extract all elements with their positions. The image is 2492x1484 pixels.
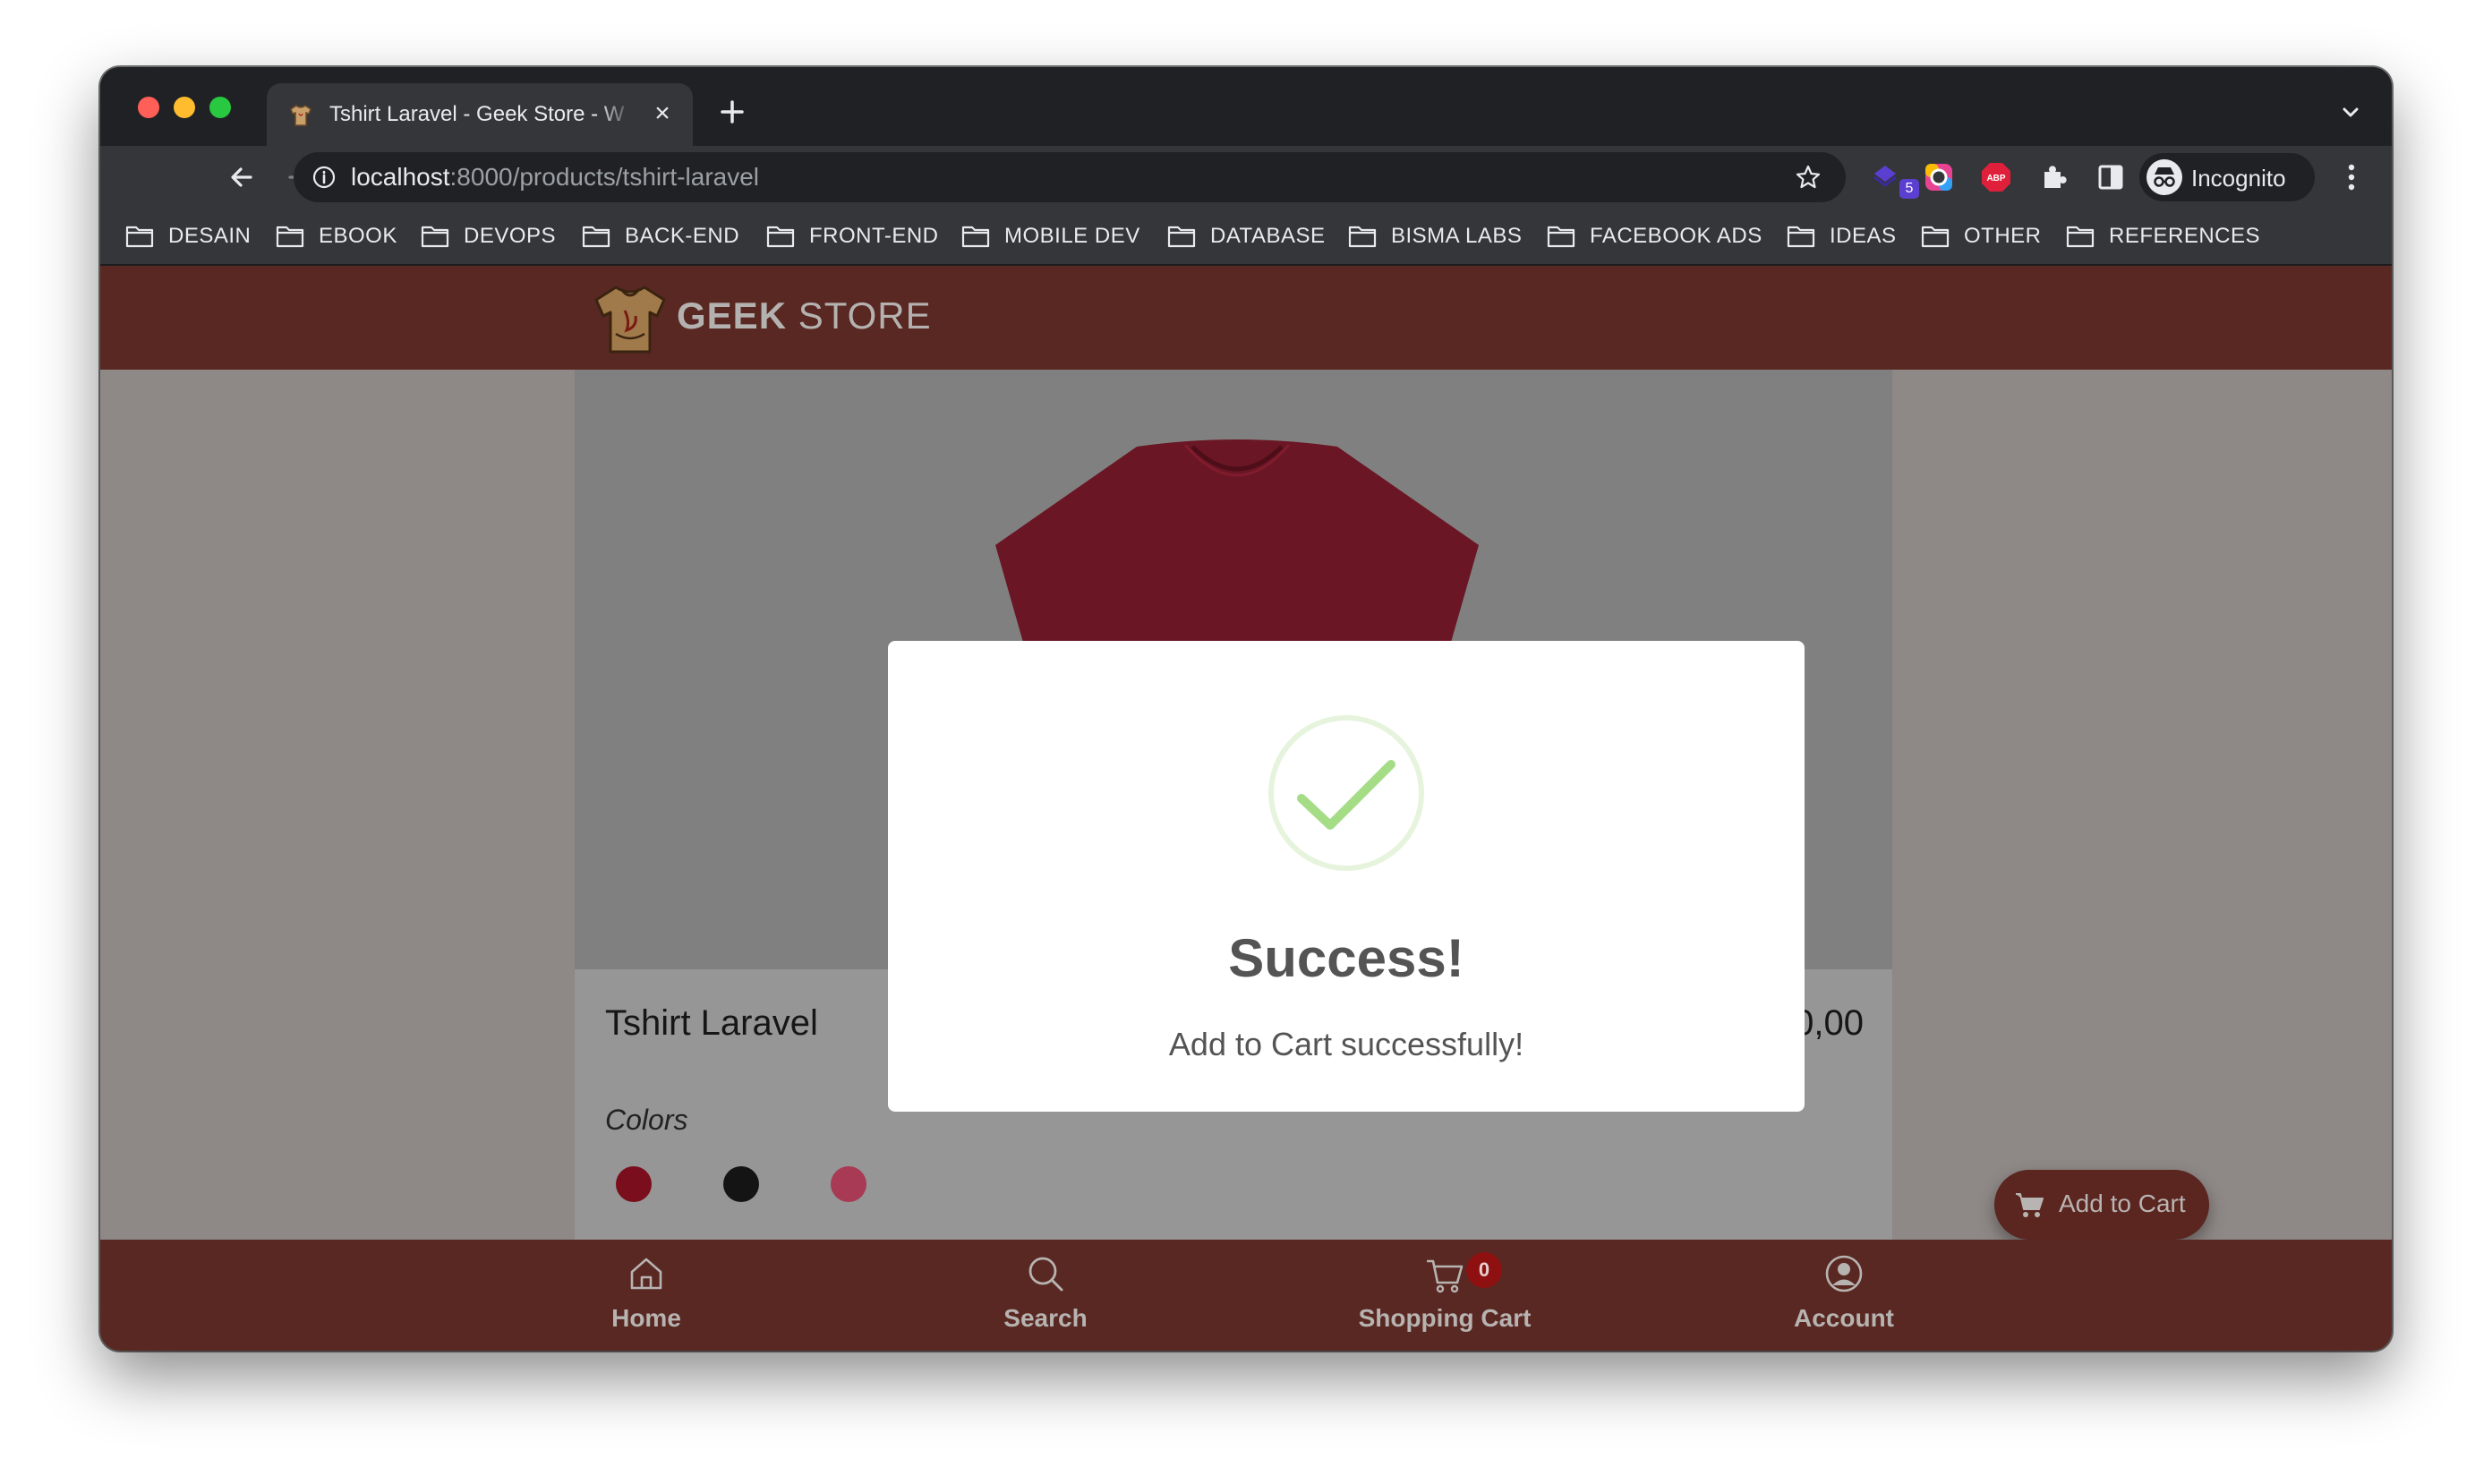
- incognito-icon: [2146, 159, 2182, 195]
- incognito-label: Incognito: [2191, 165, 2286, 192]
- tab-strip: Tshirt Laravel - Geek Store - W ×: [100, 67, 2392, 146]
- url-text: localhost:8000/products/tshirt-laravel: [351, 163, 760, 191]
- nav-home[interactable]: Home: [539, 1254, 754, 1343]
- add-to-cart-label: Add to Cart: [2059, 1190, 2186, 1217]
- bookmarks-bar: DESAIN EBOOK DEVOPS BACK-END FRONT-END M…: [100, 209, 2392, 266]
- extensions-puzzle-icon[interactable]: [2037, 161, 2070, 193]
- adblock-plus-icon[interactable]: ABP: [1980, 161, 2012, 193]
- nav-account[interactable]: Account: [1737, 1254, 1951, 1343]
- back-arrow-icon[interactable]: [224, 159, 260, 195]
- maximize-window-button[interactable]: [209, 97, 231, 118]
- color-picker-extension-icon[interactable]: [1923, 161, 1955, 193]
- browser-toolbar: localhost:8000/products/tshirt-laravel 5…: [100, 146, 2392, 209]
- site-header: GEEK STORE: [100, 266, 2392, 370]
- browser-tab[interactable]: Tshirt Laravel - Geek Store - W ×: [267, 83, 693, 146]
- close-tab-icon[interactable]: ×: [646, 98, 678, 130]
- colors-label: Colors: [605, 1104, 688, 1136]
- folder-icon: [582, 226, 610, 248]
- folder-icon: [1167, 226, 1196, 248]
- tshirt-favicon-icon: [290, 105, 312, 126]
- address-bar[interactable]: localhost:8000/products/tshirt-laravel: [294, 152, 1846, 202]
- tab-search-chevron-icon[interactable]: [2338, 99, 2363, 124]
- folder-icon: [276, 226, 304, 248]
- color-swatch-maroon[interactable]: [616, 1166, 652, 1202]
- modal-message: Add to Cart successfully!: [1168, 1026, 1524, 1062]
- success-modal: Success! Add to Cart successfully!: [888, 641, 1805, 1112]
- bookmark-star-icon[interactable]: [1794, 163, 1822, 192]
- store-logo-text[interactable]: GEEK STORE: [677, 294, 932, 337]
- add-to-cart-button[interactable]: Add to Cart: [1994, 1170, 2209, 1240]
- cart-icon: [2016, 1193, 2044, 1217]
- browser-menu-icon[interactable]: [2345, 161, 2358, 193]
- bottom-navigation: Home Search Shopping Cart 0 Account: [100, 1240, 2392, 1351]
- folder-icon: [125, 226, 154, 248]
- modal-title: Success!: [1228, 928, 1464, 988]
- tshirt-logo-icon[interactable]: [591, 282, 670, 355]
- browser-window: Tshirt Laravel - Geek Store - W × localh…: [100, 67, 2392, 1351]
- folder-icon: [2066, 226, 2095, 248]
- tab-title: Tshirt Laravel - Geek Store - W: [329, 102, 625, 126]
- product-name: Tshirt Laravel: [605, 1003, 818, 1043]
- color-swatch-pink[interactable]: [831, 1166, 866, 1202]
- account-icon: [1825, 1255, 1863, 1292]
- folder-icon: [766, 226, 795, 248]
- search-icon: [1028, 1257, 1063, 1292]
- folder-icon: [1547, 226, 1575, 248]
- nav-shopping-cart[interactable]: Shopping Cart: [1337, 1254, 1552, 1343]
- side-panel-icon[interactable]: [2095, 161, 2127, 193]
- home-icon: [630, 1258, 662, 1290]
- folder-icon: [1787, 226, 1815, 248]
- folder-icon: [1921, 226, 1950, 248]
- extension-puzzle-purple-icon[interactable]: [1869, 161, 1901, 193]
- cart-count-badge: 0: [1466, 1252, 1502, 1288]
- cart-icon: [1427, 1259, 1464, 1293]
- close-window-button[interactable]: [138, 97, 159, 118]
- folder-icon: [421, 226, 449, 248]
- new-tab-icon[interactable]: [714, 94, 750, 130]
- svg-text:ABP: ABP: [1986, 174, 2005, 183]
- incognito-profile-button[interactable]: Incognito: [2139, 153, 2315, 201]
- folder-icon: [1348, 226, 1377, 248]
- page-viewport: GEEK STORE Tshirt Laravel 85.000,00 Colo…: [100, 266, 2392, 1351]
- folder-icon: [961, 226, 990, 248]
- success-check-icon: [1268, 715, 1424, 871]
- nav-search[interactable]: Search: [938, 1254, 1153, 1343]
- extension-badge: 5: [1899, 179, 1919, 199]
- site-info-icon[interactable]: [312, 165, 337, 190]
- color-swatch-black[interactable]: [723, 1166, 759, 1202]
- minimize-window-button[interactable]: [174, 97, 195, 118]
